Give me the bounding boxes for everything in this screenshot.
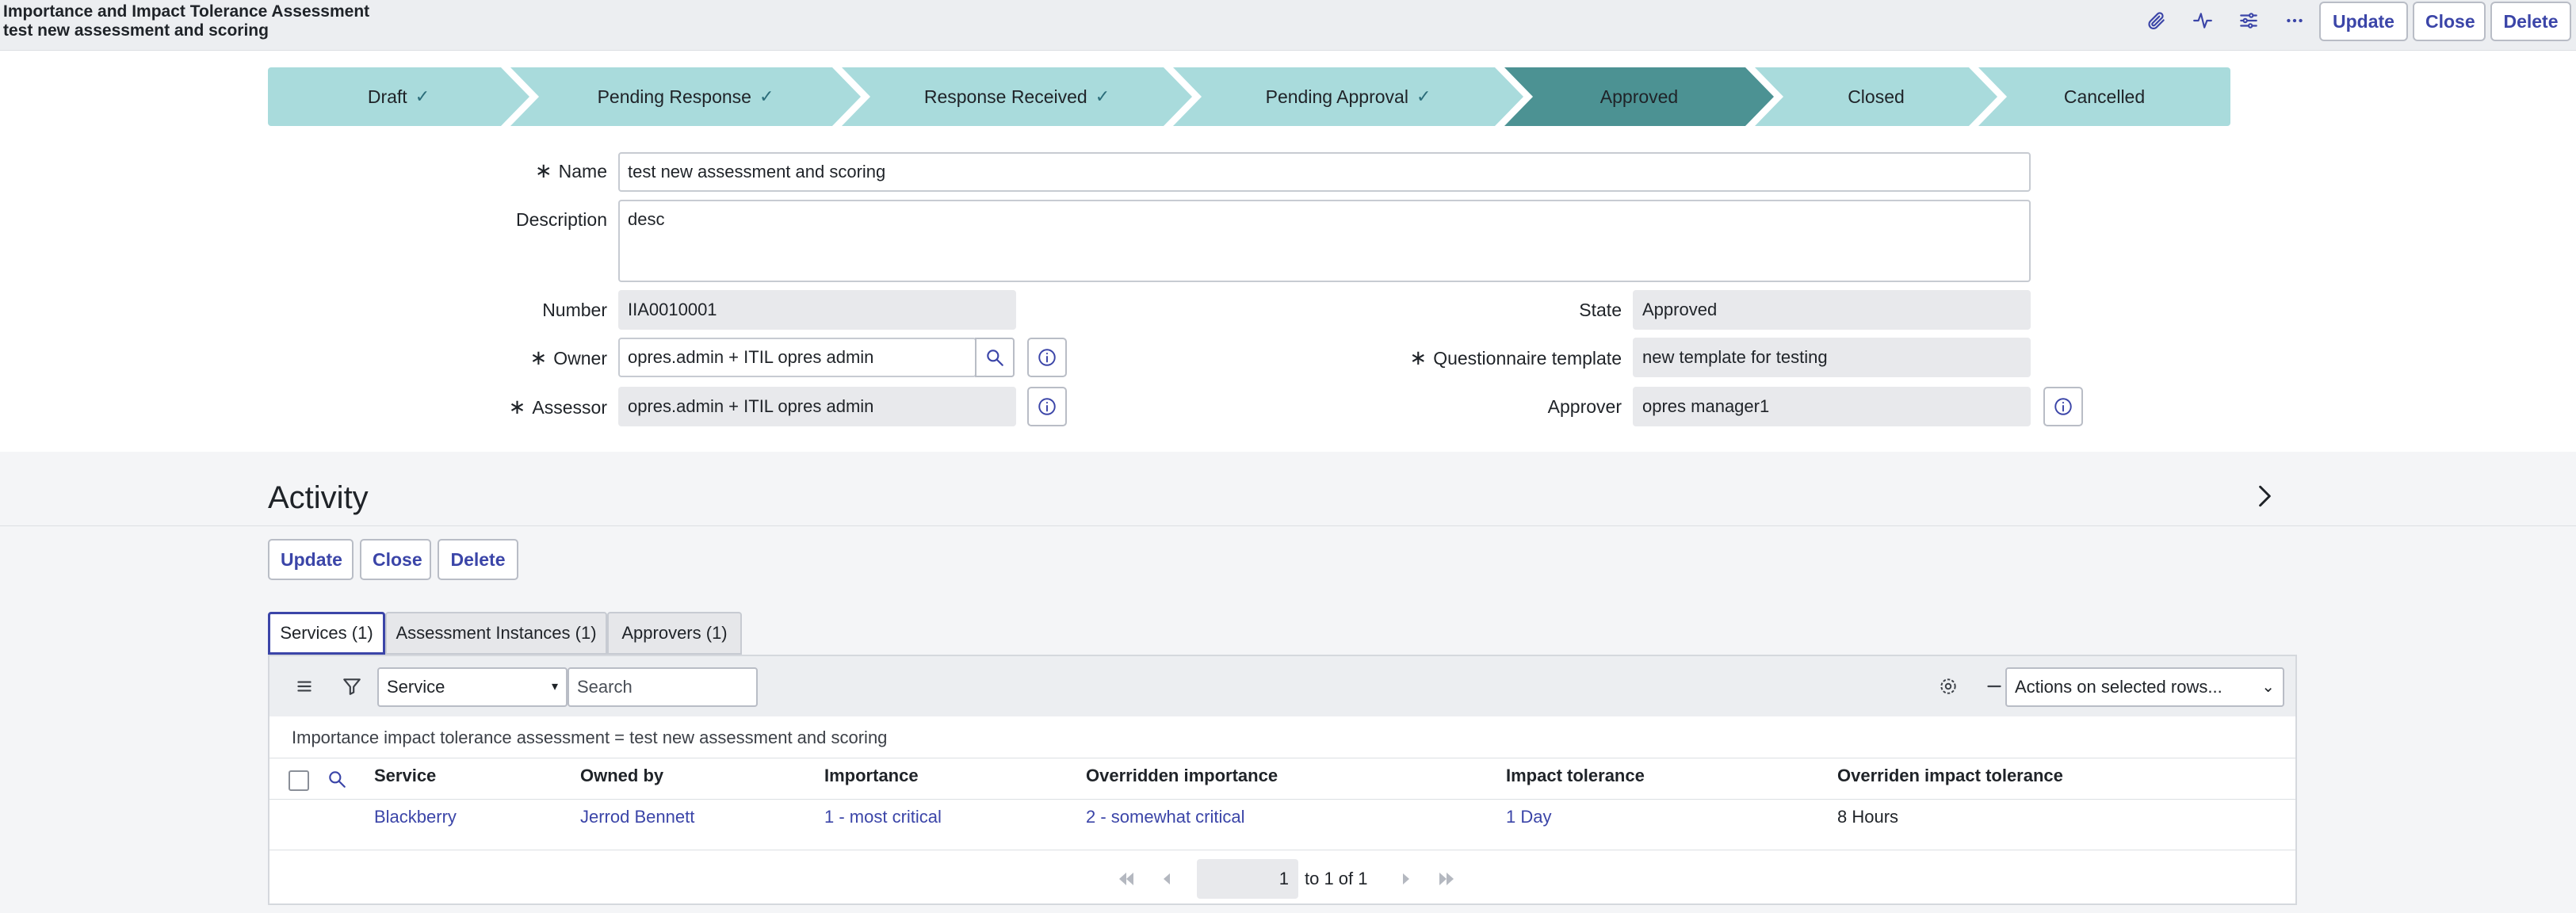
page-number-input[interactable]	[1197, 859, 1298, 899]
table-cell-owned-by[interactable]: Jerrod Bennett	[580, 807, 694, 827]
info-icon	[1038, 349, 1056, 366]
info-icon	[2054, 398, 2072, 415]
activity-pulse-icon[interactable]	[2186, 6, 2219, 35]
assessor-info-button[interactable]	[1027, 387, 1067, 426]
assessor-label: ∗ Assessor	[508, 395, 607, 418]
column-header[interactable]: Owned by	[580, 766, 663, 786]
table-cell-service[interactable]: Blackberry	[374, 807, 457, 827]
stepper-step-label: Pending Approval	[1265, 86, 1408, 107]
gear-icon[interactable]	[1934, 672, 1963, 701]
stepper-step: Draft ✓	[268, 67, 529, 126]
assessor-field: opres.admin + ITIL opres admin	[618, 387, 1016, 426]
column-header[interactable]: Importance	[824, 766, 919, 786]
table-cell-overridden-importance[interactable]: 2 - somewhat critical	[1086, 807, 1245, 827]
paperclip-icon[interactable]	[2140, 6, 2173, 35]
sliders-icon[interactable]	[2232, 6, 2265, 35]
number-label: Number	[542, 300, 607, 320]
name-field[interactable]: test new assessment and scoring	[618, 152, 2031, 192]
filter-icon[interactable]	[338, 672, 366, 701]
checkmark-icon: ✓	[1095, 86, 1110, 106]
header-close-button[interactable]: Close	[2413, 2, 2486, 41]
caret-down-icon: ▾	[551, 680, 558, 693]
services-list: Service▾ Actions on selected rows...⌄ Im…	[268, 655, 2297, 905]
stepper-step-label: Cancelled	[2063, 86, 2146, 107]
questionnaire-template-label: ∗ Questionnaire template	[1409, 346, 1622, 369]
stepper-step: Pending Approval ✓	[1173, 67, 1523, 126]
header-delete-button[interactable]: Delete	[2490, 2, 2571, 41]
chevron-down-icon: ⌄	[2261, 678, 2275, 696]
stepper-step-label: Approved	[1599, 86, 1679, 107]
stepper-step-label: Pending Response	[597, 86, 751, 107]
divider	[269, 799, 2295, 800]
page-count-text: to 1 of 1	[1305, 869, 1368, 888]
previous-page-icon[interactable]	[1156, 867, 1179, 891]
owner-info-button[interactable]	[1027, 338, 1067, 377]
stepper-step: Cancelled	[1978, 67, 2230, 126]
next-page-icon[interactable]	[1393, 867, 1417, 891]
collapse-icon[interactable]	[1980, 672, 2008, 701]
form-header: Importance and Impact Tolerance Assessme…	[0, 0, 2576, 51]
stepper-step: Approved	[1504, 67, 1774, 126]
required-indicator: ∗	[534, 159, 552, 182]
more-icon[interactable]	[2278, 6, 2311, 35]
chevron-right-icon[interactable]	[2249, 479, 2278, 514]
stepper-step: Pending Response ✓	[510, 67, 861, 126]
number-field: IIA0010001	[618, 290, 1016, 330]
list-menu-icon[interactable]	[290, 672, 319, 701]
stepper-step: Closed	[1755, 67, 1997, 126]
checkmark-icon: ✓	[1416, 86, 1431, 106]
first-page-icon[interactable]	[1114, 867, 1138, 891]
state-field: Approved	[1633, 290, 2031, 330]
approver-label: Approver	[1547, 396, 1622, 417]
search-icon	[987, 350, 1003, 366]
name-label: ∗ Name	[534, 159, 607, 182]
divider	[0, 525, 2576, 526]
select-all-checkbox[interactable]	[289, 770, 309, 791]
form-title: Importance and Impact Tolerance Assessme…	[3, 2, 370, 21]
state-stepper: Draft ✓ Pending Response ✓ Response Received…	[268, 67, 2297, 126]
table-cell-importance[interactable]: 1 - most critical	[824, 807, 942, 827]
stepper-step: Response Received ✓	[842, 67, 1192, 126]
header-update-button[interactable]: Update	[2319, 2, 2408, 41]
tab-services[interactable]: Services (1)	[268, 612, 385, 655]
owner-lookup-button[interactable]	[975, 338, 1015, 377]
tab-approvers[interactable]: Approvers (1)	[607, 612, 742, 655]
info-icon	[1038, 398, 1056, 415]
column-header[interactable]: Impact tolerance	[1506, 766, 1645, 786]
approver-info-button[interactable]	[2043, 387, 2083, 426]
list-toolbar: Service▾ Actions on selected rows...⌄	[269, 656, 2295, 716]
checkmark-icon: ✓	[415, 86, 430, 106]
owner-field[interactable]: opres.admin + ITIL opres admin	[618, 338, 977, 377]
checkmark-icon: ✓	[759, 86, 774, 106]
stepper-step-label: Closed	[1848, 86, 1905, 107]
stepper-step-label: Draft	[367, 86, 407, 107]
close-button[interactable]: Close	[360, 539, 431, 580]
column-search-icon[interactable]	[327, 769, 349, 791]
approver-field: opres manager1	[1633, 387, 2031, 426]
stepper-step-label: Response Received	[923, 86, 1087, 107]
description-label: Description	[515, 209, 607, 230]
search-input[interactable]	[568, 667, 758, 707]
activity-title: Activity	[268, 480, 369, 515]
actions-select[interactable]: Actions on selected rows... ⌄	[2005, 667, 2284, 707]
questionnaire-template-field: new template for testing	[1633, 338, 2031, 377]
description-field[interactable]: desc	[618, 200, 2031, 282]
record-name: test new assessment and scoring	[3, 21, 269, 40]
state-label: State	[1579, 300, 1622, 320]
breadcrumb[interactable]: Importance impact tolerance assessment =…	[292, 728, 887, 748]
update-button[interactable]: Update	[268, 539, 354, 580]
table-cell-impact-tolerance[interactable]: 1 Day	[1506, 807, 1551, 827]
column-header[interactable]: Service	[374, 766, 436, 786]
column-header[interactable]: Overriden impact tolerance	[1837, 766, 2063, 786]
last-page-icon[interactable]	[1435, 867, 1458, 891]
search-field-select[interactable]: Service ▾	[377, 667, 568, 707]
table-cell-overriden-impact-tolerance: 8 Hours	[1837, 807, 1899, 827]
delete-button[interactable]: Delete	[438, 539, 518, 580]
tab-assessment-instances[interactable]: Assessment Instances (1)	[385, 612, 607, 655]
column-header[interactable]: Overridden importance	[1086, 766, 1278, 786]
owner-label: ∗ Owner	[529, 346, 607, 369]
